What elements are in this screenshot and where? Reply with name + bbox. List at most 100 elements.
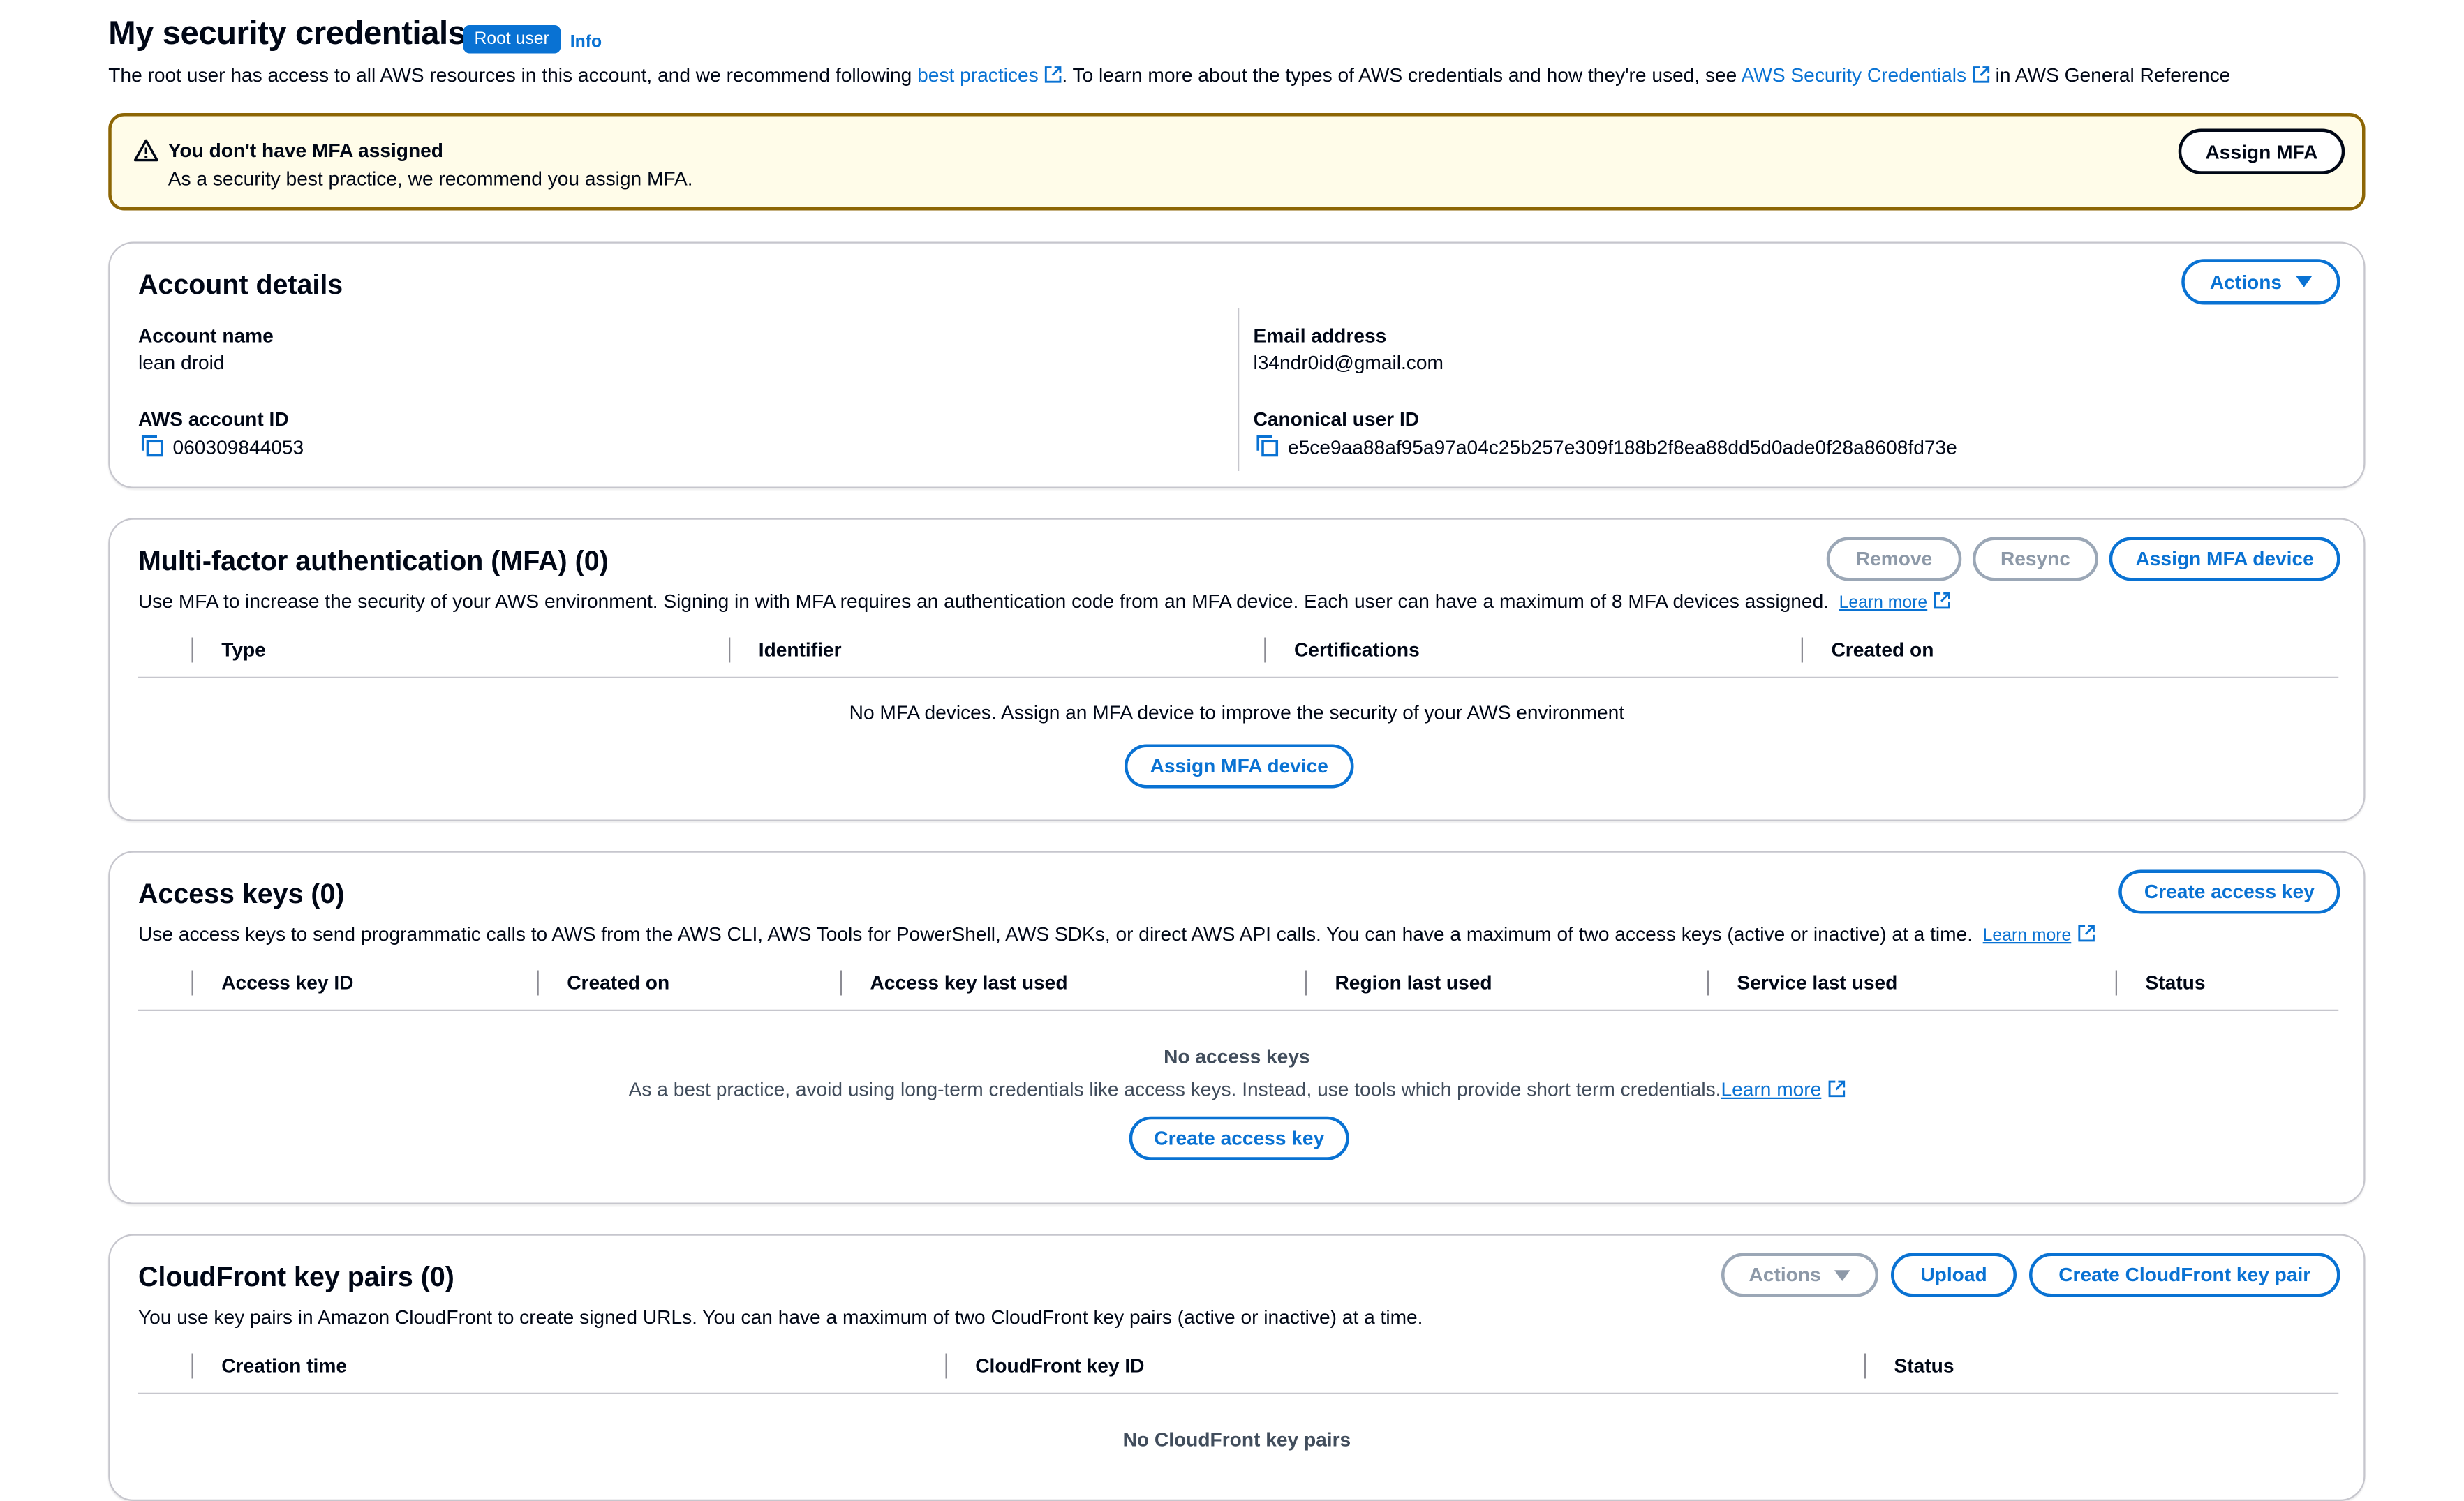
cf-col-creation-time[interactable]: Creation time — [221, 1355, 347, 1377]
best-practices-link[interactable]: best practices — [917, 64, 1062, 87]
external-link-icon — [1973, 66, 1990, 84]
mfa-col-type[interactable]: Type — [221, 639, 266, 662]
external-link-icon — [1045, 66, 1062, 84]
column-separator — [840, 971, 842, 996]
account-id-label: AWS account ID — [138, 408, 289, 431]
email-value: l34ndr0id@gmail.com — [1254, 352, 1443, 374]
subtitle-middle: . To learn more about the types of AWS c… — [1062, 64, 1741, 87]
aws-security-credentials-link[interactable]: AWS Security Credentials — [1742, 64, 1990, 87]
mfa-col-certifications[interactable]: Certifications — [1294, 639, 1420, 662]
canonical-id-value: e5ce9aa88af95a97a04c25b257e309f188b2f8ea… — [1256, 435, 1957, 458]
mfa-table-header: Type Identifier Certifications Created o… — [138, 629, 2338, 678]
access-keys-table-header: Access key ID Created on Access key last… — [138, 962, 2338, 1011]
copy-icon[interactable] — [1256, 435, 1279, 457]
cf-col-key-id[interactable]: CloudFront key ID — [975, 1355, 1144, 1377]
column-separator — [1305, 971, 1307, 996]
column-separator — [1707, 971, 1709, 996]
mfa-description: Use MFA to increase the security of your… — [138, 590, 1951, 613]
access-keys-empty-text-body: As a best practice, avoid using long-ter… — [629, 1079, 1721, 1101]
mfa-description-text: Use MFA to increase the security of your… — [138, 590, 1829, 613]
column-separator — [946, 1354, 947, 1379]
column-separator — [1864, 1354, 1866, 1379]
ak-col-last-used[interactable]: Access key last used — [870, 972, 1068, 994]
root-user-badge: Root user — [463, 25, 561, 54]
account-name-label: Account name — [138, 325, 274, 348]
info-link[interactable]: Info — [570, 33, 602, 52]
cloudfront-actions-button[interactable]: Actions — [1721, 1253, 1878, 1297]
external-link-icon — [1934, 592, 1951, 609]
canonical-id-label: Canonical user ID — [1254, 408, 1420, 431]
canonical-id-text: e5ce9aa88af95a97a04c25b257e309f188b2f8ea… — [1288, 437, 1957, 459]
create-access-key-empty-button[interactable]: Create access key — [1129, 1117, 1349, 1160]
best-practices-link-label: best practices — [917, 64, 1039, 87]
column-separator — [2116, 971, 2117, 996]
column-separator — [192, 1354, 193, 1379]
resync-mfa-button[interactable]: Resync — [1973, 537, 2098, 581]
ak-col-service-last-used[interactable]: Service last used — [1737, 972, 1898, 994]
assign-mfa-device-empty-button[interactable]: Assign MFA device — [1125, 745, 1354, 789]
upload-button[interactable]: Upload — [1891, 1253, 2017, 1297]
cloudfront-card: CloudFront key pairs (0) Actions Upload … — [108, 1234, 2365, 1501]
access-keys-empty-learn-more-label: Learn more — [1721, 1079, 1821, 1101]
ak-col-created-on[interactable]: Created on — [567, 972, 669, 994]
alert-body: As a security best practice, we recommen… — [168, 168, 693, 191]
aws-security-credentials-link-label: AWS Security Credentials — [1742, 64, 1967, 87]
create-cloudfront-key-pair-button[interactable]: Create CloudFront key pair — [2029, 1253, 2340, 1297]
ak-col-region-last-used[interactable]: Region last used — [1335, 972, 1492, 994]
copy-icon[interactable] — [142, 435, 164, 457]
mfa-learn-more-link[interactable]: Learn more — [1839, 594, 1928, 613]
ak-col-status[interactable]: Status — [2146, 972, 2206, 994]
cf-col-status[interactable]: Status — [1894, 1355, 1954, 1377]
subtitle-suffix: in AWS General Reference — [1990, 64, 2230, 87]
column-divider — [1238, 308, 1239, 471]
column-separator — [537, 971, 539, 996]
create-access-key-button[interactable]: Create access key — [2118, 870, 2340, 914]
cloudfront-title: CloudFront key pairs (0) — [138, 1261, 454, 1294]
caret-down-icon — [1835, 1269, 1851, 1280]
column-separator — [192, 971, 193, 996]
subtitle-prefix: The root user has access to all AWS reso… — [108, 64, 917, 87]
column-separator — [1802, 638, 1803, 663]
account-actions-button[interactable]: Actions — [2181, 259, 2340, 304]
mfa-learn-more-label: Learn more — [1839, 594, 1928, 613]
access-keys-description: Use access keys to send programmatic cal… — [138, 923, 2095, 946]
access-keys-description-text: Use access keys to send programmatic cal… — [138, 923, 1973, 946]
page: My security credentials Root user Info T… — [0, 0, 2463, 1457]
cloudfront-empty-title: No CloudFront key pairs — [110, 1429, 2364, 1451]
page-subtitle: The root user has access to all AWS reso… — [108, 64, 2230, 87]
external-link-icon — [1827, 1080, 1845, 1098]
remove-mfa-button[interactable]: Remove — [1827, 537, 1962, 581]
column-separator — [192, 638, 193, 663]
mfa-col-created-on[interactable]: Created on — [1832, 639, 1934, 662]
column-separator — [729, 638, 730, 663]
cloudfront-actions-label: Actions — [1749, 1264, 1821, 1286]
mfa-title: Multi-factor authentication (MFA) (0) — [138, 545, 609, 578]
account-details-card: Account details Actions Account name lea… — [108, 242, 2365, 488]
mfa-card: Multi-factor authentication (MFA) (0) Re… — [108, 518, 2365, 821]
warning-icon — [133, 138, 158, 163]
access-keys-learn-more-label: Learn more — [1983, 927, 2072, 946]
account-details-title: Account details — [138, 269, 343, 301]
account-name-value: lean droid — [138, 352, 225, 374]
assign-mfa-button[interactable]: Assign MFA — [2179, 129, 2345, 174]
access-keys-learn-more-link[interactable]: Learn more — [1983, 927, 2072, 946]
column-separator — [1264, 638, 1266, 663]
access-keys-card: Access keys (0) Create access key Use ac… — [108, 851, 2365, 1204]
cloudfront-table-header: Creation time CloudFront key ID Status — [138, 1345, 2338, 1394]
account-actions-label: Actions — [2210, 271, 2282, 293]
caret-down-icon — [2296, 276, 2312, 287]
assign-mfa-device-button[interactable]: Assign MFA device — [2109, 537, 2340, 581]
access-keys-title: Access keys (0) — [138, 878, 345, 911]
access-keys-empty-learn-more-link[interactable]: Learn more — [1721, 1079, 1821, 1101]
access-keys-empty-text: As a best practice, avoid using long-ter… — [110, 1079, 2364, 1101]
account-id-value: 060309844053 — [142, 435, 304, 458]
email-label: Email address — [1254, 325, 1387, 348]
alert-heading: You don't have MFA assigned — [168, 140, 443, 162]
mfa-empty-text: No MFA devices. Assign an MFA device to … — [110, 702, 2364, 724]
ak-col-access-key-id[interactable]: Access key ID — [221, 972, 353, 994]
mfa-col-identifier[interactable]: Identifier — [759, 639, 842, 662]
external-link-icon — [2077, 925, 2095, 942]
mfa-warning-alert: You don't have MFA assigned As a securit… — [108, 113, 2365, 211]
page-title: My security credentials — [108, 16, 466, 54]
cloudfront-description: You use key pairs in Amazon CloudFront t… — [138, 1306, 1423, 1329]
